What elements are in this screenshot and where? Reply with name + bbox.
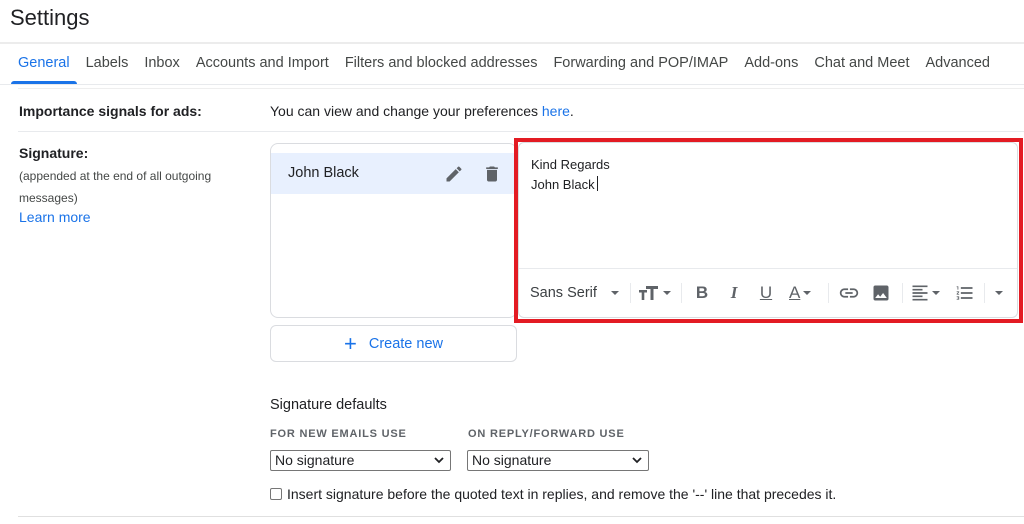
chevron-down-icon xyxy=(632,457,642,464)
insert-image-button[interactable] xyxy=(871,281,891,305)
page-title: Settings xyxy=(10,5,90,30)
formatting-toolbar: Sans Serif B I U A xyxy=(519,269,1017,317)
image-icon xyxy=(873,285,889,301)
signature-defaults-title: Signature defaults xyxy=(270,397,387,413)
underline-button[interactable]: U xyxy=(755,281,777,305)
signature-sublabel: (appended at the end of all outgoing mes… xyxy=(19,169,212,205)
chevron-down-icon xyxy=(663,291,671,295)
signature-label: Signature: xyxy=(19,145,89,161)
signature-editor[interactable]: Kind Regards John Black Sans Serif B I U… xyxy=(518,142,1018,318)
preferences-here-link[interactable]: here xyxy=(542,103,570,119)
signature-name: John Black xyxy=(288,165,359,181)
new-emails-label: FOR NEW EMAILS USE xyxy=(270,428,407,440)
reply-forward-label: ON REPLY/FORWARD USE xyxy=(468,428,625,440)
toolbar-separator xyxy=(984,283,985,303)
font-family-select[interactable]: Sans Serif xyxy=(530,281,619,305)
edit-icon[interactable] xyxy=(444,164,464,184)
chevron-down-icon xyxy=(932,291,940,295)
toolbar-separator xyxy=(630,283,631,303)
chevron-down-icon xyxy=(803,291,812,295)
row-divider xyxy=(18,516,1024,517)
text-color-icon: A xyxy=(789,283,801,302)
tab-inbox[interactable]: Inbox xyxy=(136,44,187,84)
text-color-button[interactable]: A xyxy=(789,281,812,305)
numbered-list-button[interactable] xyxy=(955,281,975,305)
bold-button[interactable]: B xyxy=(691,281,713,305)
reply-forward-signature-value: No signature xyxy=(472,452,552,468)
tab-labels[interactable]: Labels xyxy=(78,44,137,84)
link-icon xyxy=(839,288,859,298)
signature-list: John Black xyxy=(270,143,517,318)
insert-before-quoted-option: Insert signature before the quoted text … xyxy=(270,486,836,502)
insert-before-quoted-checkbox[interactable] xyxy=(270,488,282,500)
delete-icon[interactable] xyxy=(482,164,502,184)
chevron-down-icon xyxy=(610,291,619,295)
more-formatting-button[interactable] xyxy=(995,281,1003,305)
toolbar-separator xyxy=(828,283,829,303)
tab-filters-and-blocked-addresses[interactable]: Filters and blocked addresses xyxy=(337,44,546,84)
text-size-icon xyxy=(639,286,658,300)
signature-line: Kind Regards xyxy=(531,157,610,172)
create-new-label: Create new xyxy=(368,335,443,352)
create-new-button[interactable]: + Create new xyxy=(270,325,517,362)
chevron-down-icon xyxy=(995,291,1003,295)
reply-forward-signature-select[interactable]: No signature xyxy=(467,450,649,471)
importance-signals-text: You can view and change your preferences… xyxy=(270,103,574,119)
signature-editor-body[interactable]: Kind Regards John Black xyxy=(531,155,610,195)
italic-button[interactable]: I xyxy=(723,281,745,305)
tab-add-ons[interactable]: Add-ons xyxy=(736,44,806,84)
numbered-list-icon xyxy=(956,286,973,300)
settings-tabs: General Labels Inbox Accounts and Import… xyxy=(10,44,998,84)
insert-link-button[interactable] xyxy=(838,281,860,305)
tab-forwarding-and-pop-imap[interactable]: Forwarding and POP/IMAP xyxy=(545,44,736,84)
chevron-down-icon xyxy=(434,457,444,464)
underline-icon: U xyxy=(759,283,773,302)
font-size-button[interactable] xyxy=(638,281,671,305)
align-button[interactable] xyxy=(910,281,940,305)
toolbar-separator xyxy=(681,283,682,303)
tab-accounts-and-import[interactable]: Accounts and Import xyxy=(188,44,337,84)
tabs-divider xyxy=(0,84,1024,85)
signature-list-item[interactable]: John Black xyxy=(271,153,516,194)
text-cursor xyxy=(596,176,598,191)
font-family-value: Sans Serif xyxy=(530,285,597,301)
tab-general[interactable]: General xyxy=(10,44,78,84)
importance-signals-label: Importance signals for ads: xyxy=(19,103,202,119)
insert-before-quoted-label[interactable]: Insert signature before the quoted text … xyxy=(287,486,836,502)
row-divider xyxy=(18,88,1024,89)
toolbar-separator xyxy=(902,283,903,303)
bold-icon: B xyxy=(695,283,709,302)
signature-line-with-caret: John Black xyxy=(531,175,610,195)
importance-trailing: . xyxy=(569,103,574,119)
new-emails-signature-value: No signature xyxy=(275,452,355,468)
importance-text: You can view and change your preferences xyxy=(270,103,542,119)
learn-more-link[interactable]: Learn more xyxy=(19,209,91,225)
tab-chat-and-meet[interactable]: Chat and Meet xyxy=(806,44,917,84)
row-divider xyxy=(18,131,1024,132)
tab-advanced[interactable]: Advanced xyxy=(917,44,998,84)
signature-line: John Black xyxy=(531,177,595,192)
align-left-icon xyxy=(912,285,928,301)
plus-icon: + xyxy=(343,330,357,356)
new-emails-signature-select[interactable]: No signature xyxy=(270,450,451,471)
italic-icon: I xyxy=(730,283,738,302)
